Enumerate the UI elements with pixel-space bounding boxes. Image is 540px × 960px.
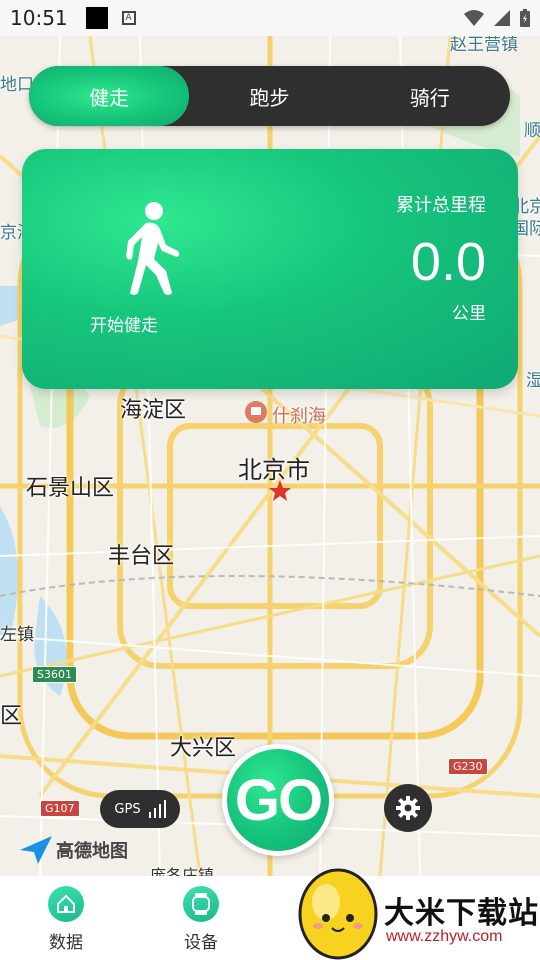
status-icons	[464, 9, 530, 27]
map-label-zuozhen: 左镇	[0, 625, 34, 645]
mode-toggle: 健走 跑步 骑行	[29, 66, 510, 126]
gear-icon	[396, 796, 420, 820]
tab-walk[interactable]: 健走	[29, 66, 190, 126]
watermark-title: 大米下载站	[384, 896, 539, 931]
nav-item-data[interactable]: 数据	[36, 886, 96, 953]
map-label-daxing: 大兴区	[170, 736, 237, 761]
map-label-beijing: 北京市	[238, 456, 310, 484]
map-label-shijingshan: 石景山区	[26, 476, 115, 501]
total-distance-label: 累计总里程	[396, 195, 486, 216]
nav-item-device[interactable]: 设备	[171, 886, 231, 953]
watermark-url: www.zzhyw.com	[386, 928, 503, 945]
map-label-miaodian: 庞各庄镇	[150, 866, 215, 876]
map-label-fengtai: 丰台区	[108, 544, 175, 569]
site-watermark: 大米下载站 www.zzhyw.com	[296, 862, 540, 960]
total-distance-value: 0.0	[410, 232, 486, 292]
start-walk-label[interactable]: 开始健走	[90, 311, 158, 336]
gps-status: GPS	[100, 790, 180, 828]
notification-square-icon	[85, 7, 108, 29]
amap-logo-text: 高德地图	[56, 841, 128, 862]
map-label-shun: 顺	[524, 121, 540, 141]
road-shield-g107: G107	[40, 800, 80, 817]
battery-icon	[520, 9, 530, 27]
amap-logo: 高德地图	[20, 836, 128, 864]
map-label-haidian: 海淀区	[120, 398, 187, 423]
gps-signal-icon	[148, 800, 166, 818]
signal-icon	[494, 10, 510, 26]
home-icon	[48, 886, 84, 922]
a-badge-icon: A	[121, 11, 136, 25]
map-label-shichahai: 什刹海	[272, 406, 326, 427]
settings-button[interactable]	[384, 784, 432, 832]
road-shield-s3601: S3601	[32, 666, 77, 683]
nav-label-device: 设备	[184, 933, 218, 953]
tab-run[interactable]: 跑步	[189, 66, 349, 126]
gps-label: GPS	[114, 801, 141, 817]
status-time: 10:51	[10, 6, 68, 30]
map-label-zhaowang: 赵王营镇	[450, 36, 518, 55]
tab-cycle[interactable]: 骑行	[350, 66, 510, 126]
amap-arrow-icon	[20, 836, 52, 864]
go-label: GO	[227, 749, 329, 851]
road-shield-g230: G230	[448, 758, 488, 775]
go-button[interactable]: GO	[222, 744, 334, 856]
walking-person-icon[interactable]	[110, 201, 190, 297]
map-label-qu: 区	[0, 704, 23, 729]
walk-stats-card: 开始健走 累计总里程 0.0 公里	[22, 149, 518, 389]
map-label-lu: 湿	[526, 371, 540, 391]
status-bar: 10:51 A	[0, 0, 540, 36]
mascot-logo	[298, 868, 378, 960]
wifi-icon	[464, 10, 484, 26]
distance-unit: 公里	[452, 304, 486, 324]
nav-label-data: 数据	[49, 933, 83, 953]
watch-icon	[183, 886, 219, 922]
